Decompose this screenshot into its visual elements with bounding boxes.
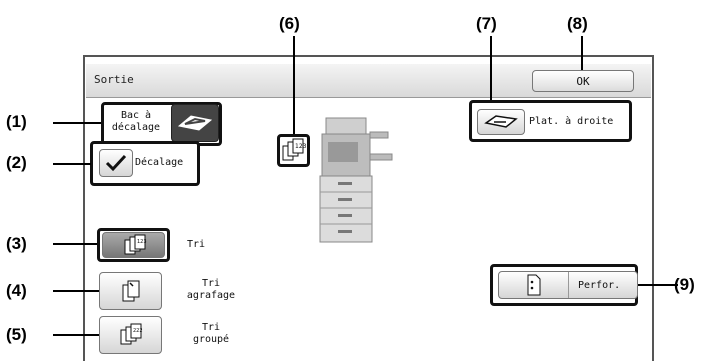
leader-line-7 xyxy=(490,36,492,100)
leader-line-6 xyxy=(293,36,295,134)
leader-line-5 xyxy=(53,334,99,336)
ok-button[interactable]: OK xyxy=(532,70,634,92)
callout-2: (2) xyxy=(6,153,27,172)
staple-sort-button[interactable] xyxy=(99,272,162,310)
leader-line-1 xyxy=(53,122,101,124)
leader-line-3 xyxy=(53,243,97,245)
group-icon: 222 xyxy=(120,323,143,345)
group-label: Tri groupé xyxy=(181,322,241,346)
callout-1: (1) xyxy=(6,112,27,131)
offset-tray-icon xyxy=(177,115,213,131)
leader-line-4 xyxy=(53,290,99,292)
offset-tray-label-line2: décalage xyxy=(111,122,161,133)
svg-text:222: 222 xyxy=(133,328,143,334)
group-label-line1: Tri xyxy=(201,322,221,333)
callout-6: (6) xyxy=(279,14,300,33)
offset-label: Décalage xyxy=(135,157,184,168)
callout-5: (5) xyxy=(6,325,27,344)
offset-checkbox[interactable] xyxy=(99,149,133,177)
checkmark-icon xyxy=(105,154,127,172)
sort-button[interactable]: 123 xyxy=(102,232,165,258)
right-tray-icon xyxy=(484,115,518,128)
svg-text:123: 123 xyxy=(137,239,147,245)
machine-icon xyxy=(319,117,393,243)
punch-label: Perfor. xyxy=(578,280,621,291)
group-label-line2: groupé xyxy=(192,334,230,345)
leader-line-8 xyxy=(581,36,583,70)
ok-button-label: OK xyxy=(576,75,590,88)
dialog-title: Sortie xyxy=(94,73,134,86)
right-tray-label: Plat. à droite xyxy=(529,116,614,127)
callout-9: (9) xyxy=(674,275,695,294)
staple-sort-label-line2: agrafage xyxy=(186,290,236,301)
sort-icon: 123 xyxy=(124,234,147,255)
leader-line-2 xyxy=(53,163,91,165)
leader-line-9 xyxy=(638,284,678,286)
punch-icon xyxy=(527,274,540,296)
offset-tray-label: Bac à décalage xyxy=(104,110,168,134)
offset-tray-button[interactable] xyxy=(171,104,219,142)
machine-illustration xyxy=(318,110,396,245)
output-status-icon: 123 xyxy=(281,138,307,167)
callout-7: (7) xyxy=(476,14,497,33)
sort-label: Tri xyxy=(187,239,206,250)
right-tray-button[interactable] xyxy=(477,109,525,135)
callout-4: (4) xyxy=(6,281,27,300)
svg-text:123: 123 xyxy=(295,143,306,150)
staple-sort-icon xyxy=(122,280,139,302)
staple-sort-label-line1: Tri xyxy=(201,278,221,289)
group-button[interactable]: 222 xyxy=(99,316,162,354)
staple-sort-label: Tri agrafage xyxy=(181,278,241,302)
callout-8: (8) xyxy=(567,14,588,33)
offset-tray-label-line1: Bac à xyxy=(120,110,152,121)
callout-3: (3) xyxy=(6,234,27,253)
